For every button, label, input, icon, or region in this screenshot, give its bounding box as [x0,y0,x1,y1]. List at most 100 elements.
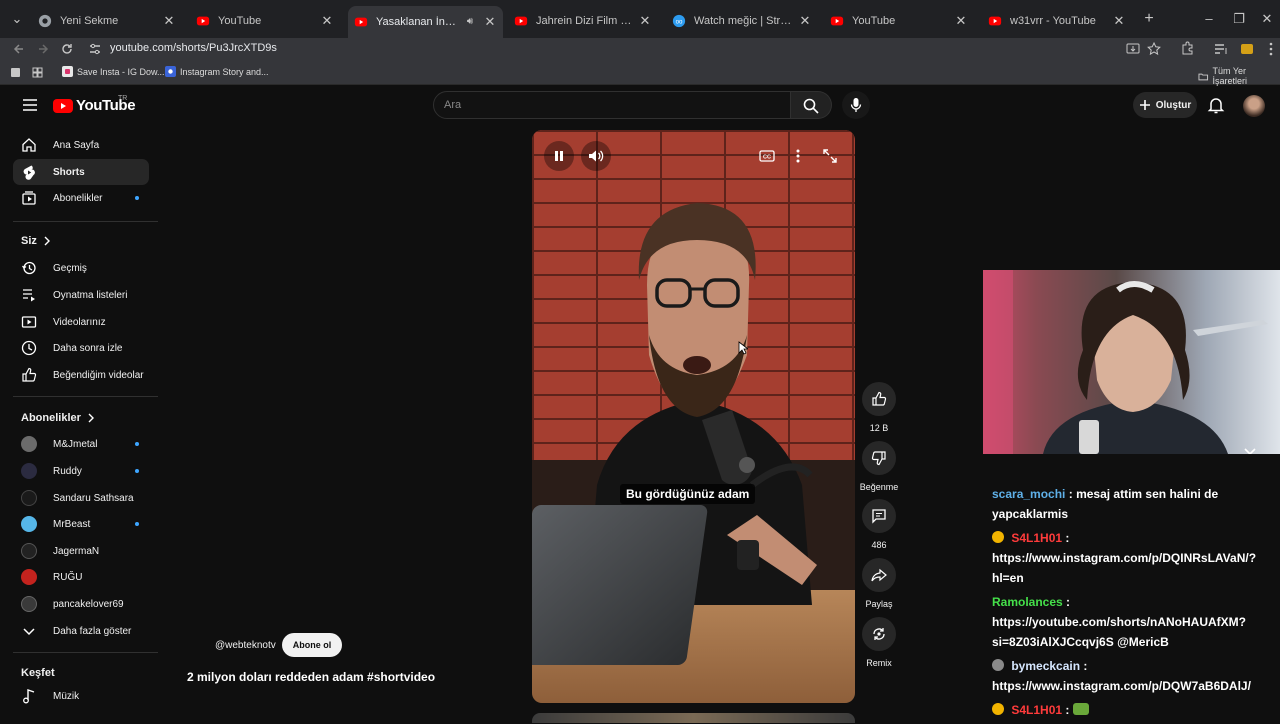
close-tab-icon[interactable]: ✕ [798,14,812,28]
extensions-icon[interactable] [1178,40,1196,58]
apps-grid-icon[interactable] [32,67,43,78]
close-tab-icon[interactable]: ✕ [954,14,968,28]
subscribe-button[interactable]: Abone ol [281,633,343,657]
back-icon[interactable] [10,40,28,58]
sidebar-item-liked-videos[interactable]: Beğendiğim videolar [13,362,149,388]
shorts-video-player[interactable]: CC Bu gördüğünüz adam [532,130,855,703]
site-info-icon[interactable] [86,40,104,58]
tab-search-icon[interactable]: ⌄ [8,10,26,28]
search-button[interactable] [791,91,832,119]
browser-menu-icon[interactable] [1262,40,1280,58]
bookmark-item[interactable]: Instagram Story and... [165,66,269,77]
apps-square-icon[interactable] [10,67,21,78]
short-title[interactable]: 2 milyon doları reddeden adam #shortvide… [187,670,435,684]
minimize-icon[interactable]: – [1200,10,1218,28]
dislike-button[interactable] [862,441,896,475]
browser-tab[interactable]: Jahrein Dizi Film Muhabbeti - Y ✕ [508,8,658,34]
browser-tab-bar: ⌄ Yeni Sekme ✕ YouTube ✕ Yasaklanan İnte… [0,0,1280,38]
sidebar-channel[interactable]: RUĞU [13,564,149,590]
skull-icon [992,659,1004,671]
comments-button[interactable] [862,499,896,533]
close-tab-icon[interactable]: ✕ [638,14,652,28]
browser-tab[interactable]: Yeni Sekme ✕ [32,8,182,34]
bookmark-item[interactable]: Save Insta - IG Dow... [62,66,165,77]
channel-handle[interactable]: @webteknotv [215,640,276,651]
profile-extension-icon[interactable] [1238,40,1256,58]
speaker-icon[interactable]: 🔊︎ [463,15,477,29]
forward-icon[interactable] [34,40,52,58]
voice-search-button[interactable] [842,91,870,119]
sidebar-channel[interactable]: Ruddy [13,458,149,484]
media-control-icon[interactable] [1212,40,1230,58]
comments-action[interactable]: 486 [862,499,896,550]
browser-tab[interactable]: YouTube ✕ [824,8,974,34]
install-app-icon[interactable] [1124,40,1142,58]
restore-icon[interactable]: ❐ [1230,10,1248,28]
hamburger-menu-icon[interactable] [22,98,38,112]
channel-name: RUĞU [53,571,83,583]
browser-tab[interactable]: YouTube ✕ [190,8,340,34]
next-short-preview[interactable] [532,713,855,723]
close-window-icon[interactable]: ✕ [1258,10,1276,28]
reload-icon[interactable] [58,40,76,58]
browser-tab[interactable]: w31vrr - YouTube ✕ [982,8,1132,34]
all-bookmarks[interactable]: Tüm Yer İşaretleri [1198,66,1280,86]
browser-tab-active[interactable]: Yasaklanan İntel Pentium 4 🔊︎ ✕ [348,6,503,38]
more-options-button[interactable] [783,141,813,171]
search-input[interactable] [444,97,774,113]
close-tab-icon[interactable]: ✕ [162,14,176,28]
account-avatar[interactable] [1243,95,1265,117]
url-text[interactable]: youtube.com/shorts/Pu3JrcXTD9s [110,42,277,54]
notifications-bell-icon[interactable] [1206,95,1226,115]
browser-tab[interactable]: oo Watch meğic | Streamable ✕ [666,8,818,34]
captions-button[interactable]: CC [752,141,782,171]
remix-button[interactable] [862,617,896,651]
sidebar-item-your-videos[interactable]: Videolarınız [13,309,149,335]
bookmark-star-icon[interactable] [1145,40,1163,58]
new-tab-icon[interactable]: + [1140,10,1158,28]
fullscreen-button[interactable] [815,141,845,171]
sidebar-channel[interactable]: M&Jmetal [13,431,149,457]
close-tab-icon[interactable]: ✕ [483,15,497,29]
like-action[interactable]: 12 B [862,382,896,433]
sidebar-divider [13,221,158,222]
create-button[interactable]: Oluştur [1133,92,1197,118]
share-action[interactable]: Paylaş [855,558,903,609]
volume-button[interactable] [581,141,611,171]
sidebar-item-playlists[interactable]: Oynatma listeleri [13,282,149,308]
pause-button[interactable] [544,141,574,171]
sidebar-item-music[interactable]: Müzik [13,683,149,709]
like-button[interactable] [862,382,896,416]
chevron-down-icon [23,628,35,636]
more-vert-icon [796,149,800,163]
sidebar-channel[interactable]: MrBeast [13,511,149,537]
dislike-action[interactable]: Beğenme [855,441,903,492]
close-tab-icon[interactable]: ✕ [320,14,334,28]
chat-message: scara_mochi : mesaj attim sen halini de … [992,484,1280,524]
channel-avatar [21,543,37,559]
mouse-cursor-icon [738,341,748,355]
saveinsta-icon [62,66,73,77]
sidebar-item-label: Geçmiş [53,262,87,274]
show-more-button[interactable]: Daha fazla göster [13,618,149,644]
home-icon [22,138,36,152]
sidebar-item-home[interactable]: Ana Sayfa [13,132,149,158]
sidebar-item-shorts[interactable]: Shorts [13,159,149,185]
dislike-label: Beğenme [859,482,899,492]
chat-message: S4L1H01 : [992,700,1280,720]
remix-action[interactable]: Remix [855,617,903,668]
all-bookmarks-label: Tüm Yer İşaretleri [1212,66,1248,86]
sidebar-item-label: Abonelikler [53,192,103,204]
sidebar-item-label: Videolarınız [53,316,106,328]
youtube-icon [196,16,210,26]
close-tab-icon[interactable]: ✕ [1112,14,1126,28]
share-button[interactable] [862,558,896,592]
subscriptions-section-header[interactable]: Abonelikler [21,412,95,424]
sidebar-item-subscriptions[interactable]: Abonelikler [13,185,149,211]
sidebar-channel[interactable]: Sandaru Sathsara [13,485,149,511]
sidebar-item-history[interactable]: Geçmiş [13,255,149,281]
sidebar-channel[interactable]: pancakelover69 [13,591,149,617]
sidebar-channel[interactable]: JagermaN [13,538,149,564]
sidebar-item-watch-later[interactable]: Daha sonra izle [13,335,149,361]
you-section-header[interactable]: Siz [21,235,51,247]
